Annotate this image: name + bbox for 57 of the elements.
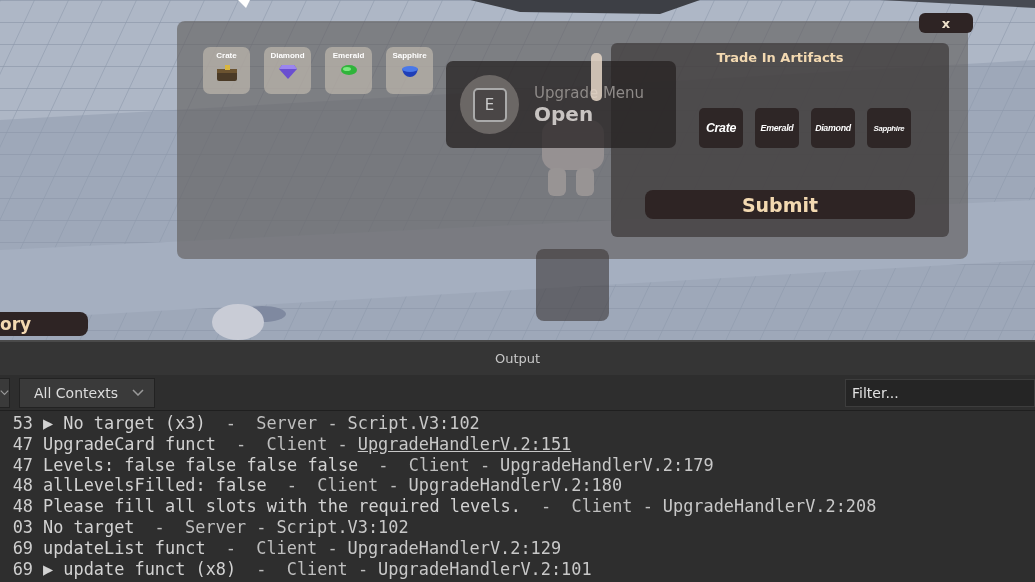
context-dropdown[interactable]: All Contexts bbox=[19, 377, 155, 408]
item-label: Sapphire bbox=[392, 51, 427, 61]
artifact-slot[interactable]: Crate bbox=[699, 108, 743, 148]
timestamp: 53 bbox=[11, 413, 33, 434]
source-link[interactable]: UpgradeHandlerV.2:151 bbox=[357, 433, 572, 455]
key-cap: E bbox=[472, 87, 507, 122]
panel-title: Output bbox=[494, 351, 541, 366]
source-link[interactable]: UpgradeHandlerV.2:101 bbox=[378, 558, 592, 580]
log-context: - Client - bbox=[256, 558, 369, 580]
source-link[interactable]: Script.V3:102 bbox=[347, 413, 480, 434]
log-context: - Server - bbox=[225, 413, 338, 434]
timestamp: 69 bbox=[11, 558, 33, 580]
timestamp: 48 bbox=[11, 496, 33, 517]
log-context: - Client - bbox=[540, 496, 653, 517]
source-link[interactable]: UpgradeHandlerV.2:129 bbox=[347, 537, 562, 559]
item-label: Crate bbox=[216, 51, 237, 61]
log-message: Levels: false false false false bbox=[43, 454, 359, 476]
log-message: allLevelsFilled: false bbox=[43, 475, 267, 497]
artifact-slot[interactable]: Diamond bbox=[811, 108, 855, 148]
prompt-action: Open bbox=[534, 101, 594, 126]
level-dropdown[interactable] bbox=[0, 377, 10, 408]
timestamp: 47 bbox=[11, 433, 33, 455]
log-message: UpgradeCard funct bbox=[43, 433, 216, 455]
log-context: - Server - bbox=[154, 517, 267, 538]
chevron-down-icon bbox=[131, 389, 144, 396]
crate-icon bbox=[216, 65, 237, 81]
timestamp: 47 bbox=[11, 454, 33, 476]
emerald-icon bbox=[340, 65, 357, 75]
log-context: - Client - bbox=[225, 537, 338, 559]
source-link[interactable]: UpgradeHandlerV.2:180 bbox=[408, 475, 623, 497]
dropdown-value: All Contexts bbox=[34, 384, 118, 401]
sapphire-icon bbox=[401, 65, 418, 77]
close-button[interactable]: x bbox=[919, 13, 973, 33]
log-message: Please fill all slots with the required levels. bbox=[43, 496, 521, 517]
log-context: - Client - bbox=[235, 433, 348, 455]
artifact-slot[interactable]: Emerald bbox=[755, 108, 799, 148]
log-message: No target bbox=[43, 517, 135, 538]
item-label: Emerald bbox=[332, 51, 365, 61]
timestamp: 03 bbox=[11, 517, 33, 538]
source-link[interactable]: Script.V3:102 bbox=[276, 517, 409, 538]
diamond-icon bbox=[278, 65, 297, 79]
log-message[interactable]: ▶ update funct (x8) bbox=[43, 558, 237, 580]
cursor-icon bbox=[238, 0, 250, 8]
source-link[interactable]: UpgradeHandlerV.2:208 bbox=[662, 496, 877, 517]
timestamp: 69 bbox=[11, 537, 33, 559]
log-context: - Client - bbox=[378, 454, 491, 476]
log-message[interactable]: ▶ No target (x3) bbox=[43, 413, 206, 434]
submit-button[interactable]: Submit bbox=[645, 190, 915, 219]
trade-title: Trade In Artifacts bbox=[716, 50, 844, 65]
timestamp: 48 bbox=[11, 475, 33, 497]
item-label: Diamond bbox=[270, 51, 305, 61]
log-message: updateList funct bbox=[43, 537, 206, 559]
log-context: - Client - bbox=[286, 475, 399, 497]
chevron-down-icon bbox=[0, 389, 9, 396]
source-link[interactable]: UpgradeHandlerV.2:179 bbox=[500, 454, 714, 476]
filter-field[interactable]: Filter... bbox=[845, 378, 1035, 407]
inventory-button[interactable]: ory bbox=[0, 312, 88, 336]
